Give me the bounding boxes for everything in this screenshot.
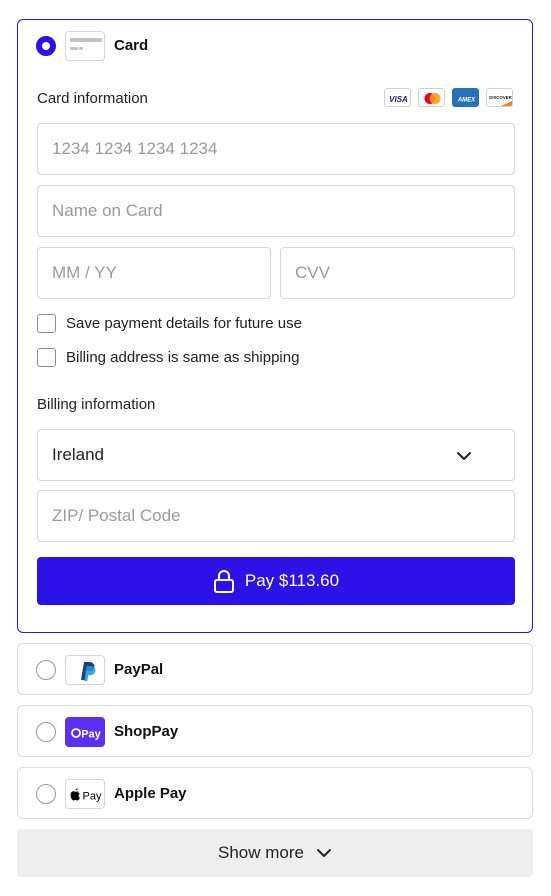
save-details-checkbox[interactable]	[37, 314, 56, 333]
apple-pay-radio[interactable]	[36, 784, 56, 804]
card-number-field[interactable]	[37, 123, 515, 175]
card-method-label: Card	[114, 37, 149, 54]
paypal-radio[interactable]	[36, 660, 56, 680]
svg-text:DISCOVER: DISCOVER	[489, 95, 512, 100]
cvv-field[interactable]	[280, 247, 515, 299]
shoppay-icon: Pay	[65, 717, 105, 747]
mastercard-icon	[418, 88, 445, 107]
cvv-input[interactable]	[281, 248, 514, 298]
country-value: Ireland	[52, 445, 104, 464]
billing-information-label: Billing information	[37, 396, 156, 413]
card-method-panel: Card Card information VISA AMEX DISCOVER…	[17, 19, 533, 633]
visa-icon: VISA	[384, 88, 411, 107]
card-method-radio[interactable]	[36, 36, 56, 56]
save-details-label: Save payment details for future use	[66, 315, 302, 332]
paypal-method-panel[interactable]: PayPal	[17, 643, 533, 695]
pay-button-label: Pay $113.60	[244, 571, 340, 590]
amex-icon: AMEX	[452, 88, 479, 107]
zip-field[interactable]	[37, 490, 515, 542]
svg-text:VISA: VISA	[389, 95, 408, 104]
svg-text:Pay: Pay	[83, 791, 102, 803]
shoppay-label: ShopPay	[114, 723, 179, 740]
chevron-down-icon	[316, 849, 331, 857]
paypal-label: PayPal	[114, 661, 164, 678]
paypal-icon	[65, 655, 105, 685]
zip-input[interactable]	[38, 491, 514, 541]
shoppay-method-panel[interactable]: Pay ShopPay	[17, 705, 533, 757]
shoppay-radio[interactable]	[36, 722, 56, 742]
apple-pay-method-panel[interactable]: Pay Apple Pay	[17, 767, 533, 819]
pay-button[interactable]: Pay $113.60	[37, 557, 515, 605]
show-more-label: Show more	[218, 843, 304, 862]
lock-icon	[213, 570, 234, 593]
expiry-input[interactable]	[38, 248, 270, 298]
expiry-field[interactable]	[37, 247, 271, 299]
card-information-label: Card information	[37, 90, 148, 107]
name-on-card-input[interactable]	[38, 186, 514, 236]
discover-icon: DISCOVER	[486, 88, 513, 107]
save-details-row[interactable]: Save payment details for future use	[37, 314, 302, 333]
card-number-input[interactable]	[38, 124, 514, 174]
billing-same-checkbox[interactable]	[37, 348, 56, 367]
svg-text:Pay: Pay	[81, 729, 101, 741]
apple-pay-label: Apple Pay	[114, 785, 187, 802]
country-select[interactable]: Ireland	[37, 429, 515, 481]
billing-same-row[interactable]: Billing address is same as shipping	[37, 348, 299, 367]
apple-pay-icon: Pay	[65, 779, 105, 809]
svg-text:AMEX: AMEX	[457, 98, 476, 104]
show-more-button[interactable]: Show more	[17, 829, 533, 877]
chevron-down-icon	[457, 452, 471, 460]
card-icon	[65, 31, 105, 61]
billing-same-label: Billing address is same as shipping	[66, 349, 300, 366]
name-on-card-field[interactable]	[37, 185, 515, 237]
